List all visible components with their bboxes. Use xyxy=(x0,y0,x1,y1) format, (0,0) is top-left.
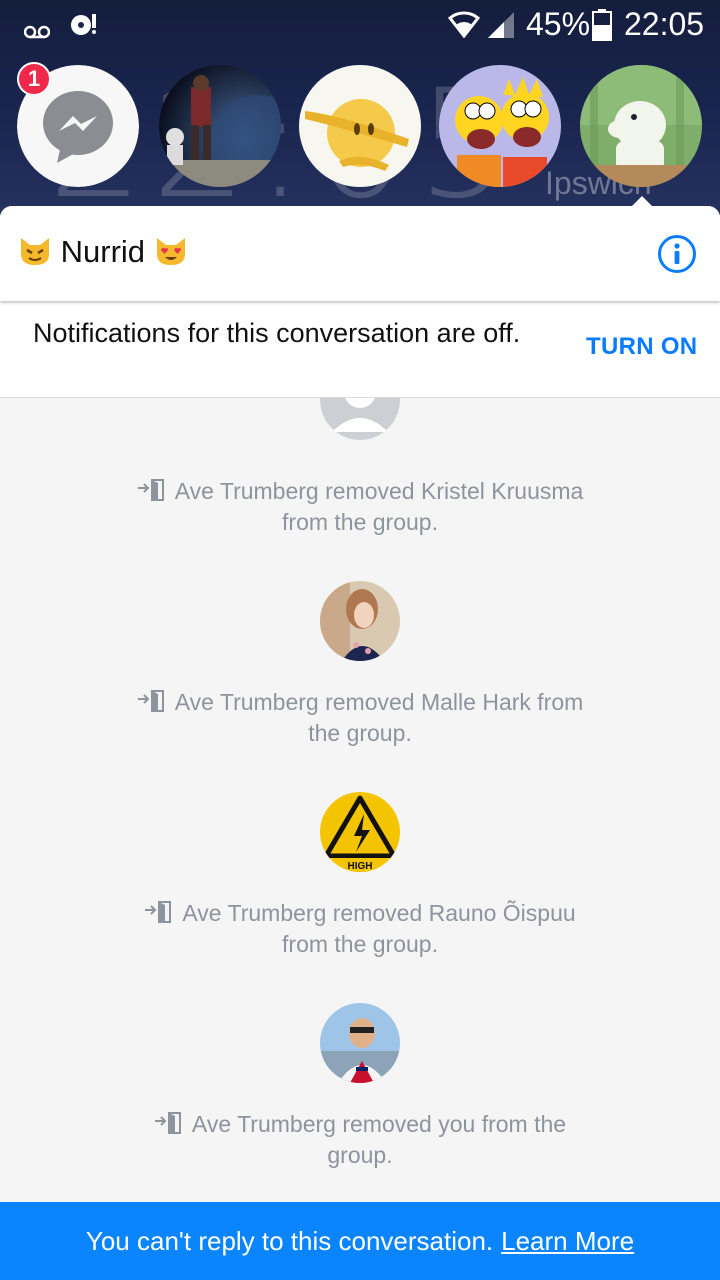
conversation-panel: Nurrid Notifications for this conversati… xyxy=(0,206,720,1280)
simpsons-chat-head[interactable] xyxy=(439,65,561,187)
info-icon xyxy=(658,235,696,273)
message-list[interactable]: Ave Trumberg removed Kristel Kruusma fro… xyxy=(0,397,720,1202)
moomin-chat-head[interactable] xyxy=(580,65,702,187)
conversation-title-text: Nurrid xyxy=(60,234,146,269)
cat-face-icon xyxy=(18,234,61,269)
system-message: Ave Trumberg removed Kristel Kruusma fro… xyxy=(130,477,590,537)
system-message-text: Ave Trumberg removed Kristel Kruusma fro… xyxy=(174,478,584,535)
dab-emoji-chat-head[interactable] xyxy=(299,65,421,187)
learn-more-link[interactable]: Learn More xyxy=(501,1226,634,1257)
system-message-text: Ave Trumberg removed Malle Hark from the… xyxy=(174,689,584,746)
system-message: Ave Trumberg removed Malle Hark from the… xyxy=(130,688,590,748)
leave-group-icon xyxy=(154,1112,182,1141)
high-voltage-sign-text: HIGH xyxy=(348,861,373,872)
leave-group-icon xyxy=(137,479,165,508)
info-button[interactable] xyxy=(657,234,697,274)
unread-badge: 1 xyxy=(17,62,51,96)
leave-group-icon xyxy=(144,901,172,930)
turn-on-button[interactable]: TURN ON xyxy=(586,333,697,361)
system-message-text: Ave Trumberg removed Rauno Õispuu from t… xyxy=(182,900,576,957)
leave-group-icon xyxy=(137,690,165,719)
notifications-off-banner: Notifications for this conversation are … xyxy=(0,303,720,398)
active-head-pointer xyxy=(628,196,656,210)
cannot-reply-text: You can't reply to this conversation. xyxy=(85,1225,494,1256)
system-message: Ave Trumberg removed Rauno Õispuu from t… xyxy=(130,899,590,959)
heart-eyes-cat-icon xyxy=(145,234,188,269)
avatar xyxy=(320,581,400,661)
avatar xyxy=(320,1003,400,1083)
system-message: Ave Trumberg removed you from the group. xyxy=(130,1110,590,1170)
conversation-title[interactable]: Nurrid xyxy=(18,234,188,270)
notifications-off-text: Notifications for this conversation are … xyxy=(33,318,521,348)
chat-heads-row: 1 xyxy=(0,0,720,210)
avatar xyxy=(320,397,400,440)
conversation-header: Nurrid xyxy=(0,206,720,301)
system-message-text: Ave Trumberg removed you from the group. xyxy=(191,1111,567,1168)
avatar: HIGH xyxy=(320,792,400,872)
cannot-reply-banner: You can't reply to this conversation. Le… xyxy=(0,1202,720,1280)
astronaut-chat-head[interactable] xyxy=(159,65,281,187)
